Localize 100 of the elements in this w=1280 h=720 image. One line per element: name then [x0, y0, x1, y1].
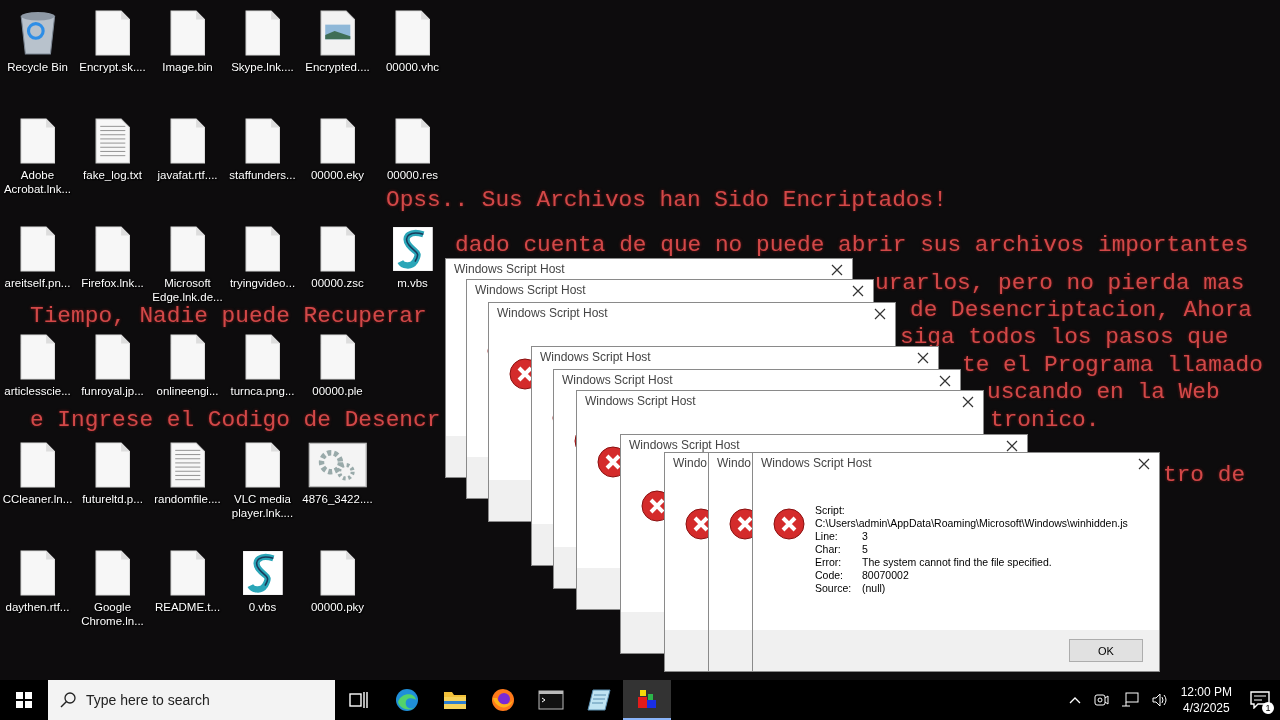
file-icon[interactable]: [244, 334, 281, 380]
network-icon[interactable]: [1120, 692, 1139, 708]
file-icon[interactable]: [394, 118, 431, 164]
window-title: Windows Script Host: [761, 456, 872, 470]
file-icon[interactable]: [244, 118, 281, 164]
script-file-icon[interactable]: [241, 550, 284, 596]
icon-label: 00000.zsc: [310, 276, 365, 290]
icon-label: areitself.pn...: [3, 276, 72, 290]
file-icon[interactable]: [394, 10, 431, 56]
file-icon[interactable]: [19, 118, 56, 164]
icon-label: funroyal.jp...: [80, 384, 145, 398]
detail-value: The system cannot find the file specified.: [862, 556, 1053, 569]
close-icon[interactable]: [852, 285, 864, 297]
wallpaper-text: e Ingrese el Codigo de Desencr: [30, 409, 441, 431]
close-icon[interactable]: [1006, 440, 1018, 452]
wallpaper-text: Tiempo, Nadie puede Recuperar: [30, 305, 427, 327]
file-icon[interactable]: [19, 226, 56, 272]
close-icon[interactable]: [962, 396, 974, 408]
task-view-icon: [349, 691, 369, 709]
icon-label: daythen.rtf...: [4, 600, 71, 614]
file-icon[interactable]: [169, 118, 206, 164]
notepad-icon: [587, 689, 611, 711]
icon-label: 00000.ple: [311, 384, 364, 398]
file-icon[interactable]: [94, 550, 131, 596]
icon-label: 00000.res: [385, 168, 440, 182]
wallpaper-text: dado cuenta de que no puede abrir sus archivos importantes: [455, 234, 1249, 256]
taskbar-button[interactable]: [623, 680, 671, 720]
icon-label: 00000.pky: [309, 600, 366, 614]
windows-start-icon[interactable]: [16, 692, 32, 708]
search-icon: [60, 692, 76, 708]
file-icon[interactable]: [94, 226, 131, 272]
window-title: Windows Script Host: [562, 373, 673, 387]
window-title: Windows Script Host: [475, 283, 586, 297]
script-file-icon[interactable]: [391, 226, 434, 272]
file-icon[interactable]: [19, 550, 56, 596]
icon-label: staffunders...: [228, 168, 297, 182]
close-icon[interactable]: [917, 352, 929, 364]
image-file-icon[interactable]: [319, 10, 356, 56]
file-icon[interactable]: [94, 10, 131, 56]
icon-label: 4876_3422....: [301, 492, 374, 506]
file-icon[interactable]: [319, 334, 356, 380]
window-title: Windows Script Host: [585, 394, 696, 408]
search-field[interactable]: Type here to search: [48, 680, 335, 720]
camera-icon[interactable]: [1092, 692, 1109, 708]
icon-label: randomfile....: [153, 492, 222, 506]
icon-label: onlineengi...: [155, 384, 220, 398]
script-label: Script:: [815, 504, 846, 517]
window-title: Windows Script Host: [454, 262, 565, 276]
file-icon[interactable]: [94, 442, 131, 488]
close-icon[interactable]: [874, 308, 886, 320]
icon-label: turnca.png...: [229, 384, 296, 398]
icon-label: javafat.rtf....: [156, 168, 219, 182]
volume-icon[interactable]: [1150, 692, 1169, 708]
file-icon[interactable]: [169, 550, 206, 596]
colored-blocks-icon: [636, 688, 658, 710]
gears-icon[interactable]: [307, 442, 368, 488]
error-icon: [773, 508, 805, 540]
wallpaper-text: uscando en la Web: [987, 381, 1220, 403]
icon-label: m.vbs: [396, 276, 429, 290]
close-icon[interactable]: [1138, 458, 1150, 470]
wallpaper-text: te el Programa llamado: [962, 354, 1263, 376]
text-file-icon[interactable]: [169, 442, 206, 488]
chevron-up-icon[interactable]: [1068, 696, 1081, 704]
file-icon[interactable]: [19, 334, 56, 380]
file-icon[interactable]: [94, 334, 131, 380]
clock-time: 12:00 PM: [1180, 684, 1232, 700]
window-title: Windo: [717, 456, 751, 470]
file-icon[interactable]: [244, 226, 281, 272]
notification-icon[interactable]: [1250, 691, 1270, 709]
wallpaper-text: Opss.. Sus Archivos han Sido Encriptados!: [386, 189, 947, 211]
file-icon[interactable]: [244, 10, 281, 56]
icon-label: Adobe Acrobat.lnk...: [2, 168, 73, 196]
file-icon[interactable]: [19, 442, 56, 488]
wallpaper-text: urarlos, pero no pierda mas: [875, 272, 1245, 294]
text-file-icon[interactable]: [94, 118, 131, 164]
wallpaper-text: tronico.: [990, 409, 1100, 431]
file-icon[interactable]: [319, 118, 356, 164]
icon-label: 00000.eky: [309, 168, 366, 182]
icon-label: fake_log.txt: [82, 168, 143, 182]
icon-label: Firefox.lnk...: [80, 276, 145, 290]
ok-button[interactable]: OK: [1069, 639, 1143, 662]
icon-label: README.t...: [153, 600, 222, 614]
icon-label: Google Chrome.ln...: [80, 600, 145, 628]
icon-label: futureltd.p...: [81, 492, 144, 506]
detail-label: Code:: [815, 569, 845, 582]
file-icon[interactable]: [169, 10, 206, 56]
file-icon[interactable]: [244, 442, 281, 488]
notification-badge: 1: [1262, 702, 1274, 714]
detail-label: Line:: [815, 530, 839, 543]
folder-icon: [443, 690, 467, 710]
file-icon[interactable]: [169, 226, 206, 272]
icon-label: VLC media player.lnk....: [230, 492, 295, 520]
file-icon[interactable]: [169, 334, 206, 380]
close-icon[interactable]: [939, 375, 951, 387]
file-icon[interactable]: [319, 550, 356, 596]
window-title: Windo: [673, 456, 707, 470]
icon-label: CCleaner.ln...: [1, 492, 74, 506]
icon-label: 0.vbs: [247, 600, 278, 614]
file-icon[interactable]: [319, 226, 356, 272]
close-icon[interactable]: [831, 264, 843, 276]
